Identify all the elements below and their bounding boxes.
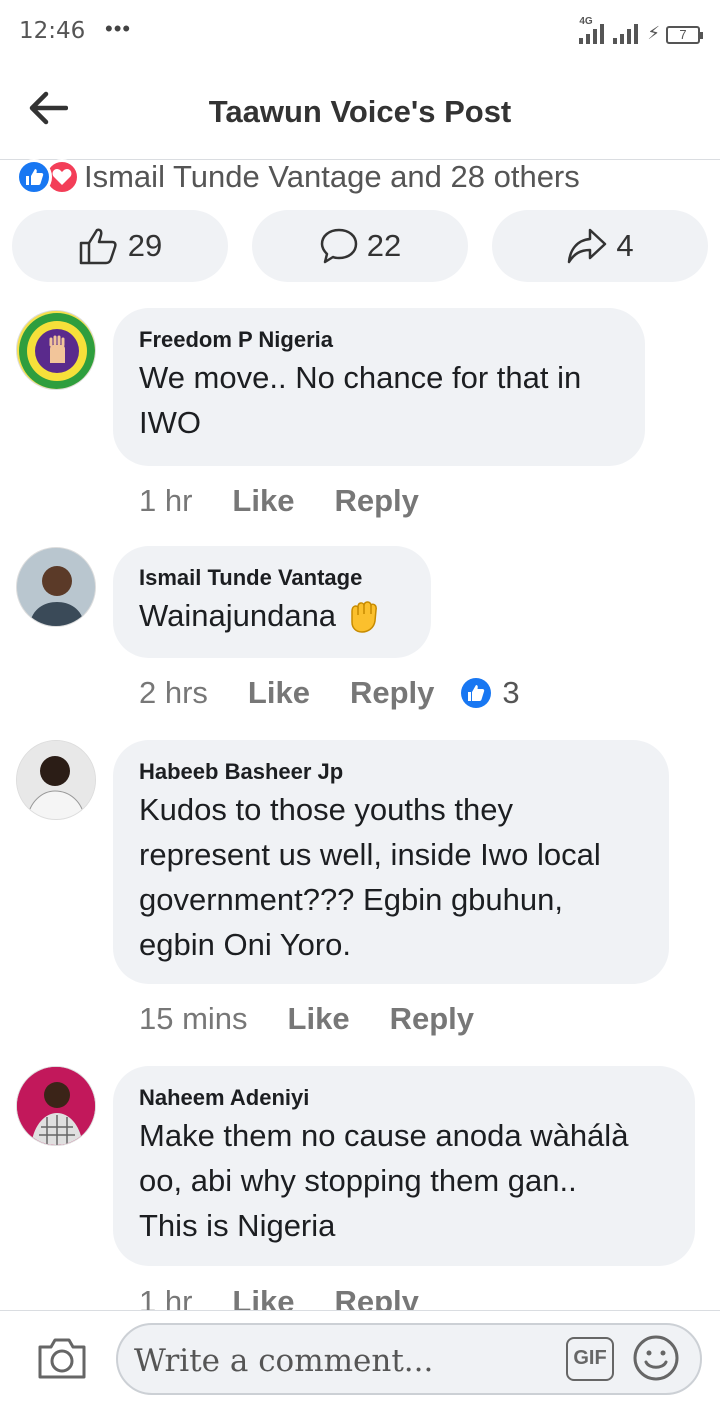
comment-reactions[interactable]: 3: [460, 675, 520, 711]
comment-reply-button[interactable]: Reply: [350, 675, 434, 711]
comment-time: 2 hrs: [139, 675, 208, 710]
share-count: 4: [616, 228, 634, 263]
comment-text: Make them no cause anoda wàhálà: [139, 1118, 629, 1153]
smiley-icon: [633, 1335, 679, 1381]
comment-text: government??? Egbin gbuhun,: [139, 882, 563, 917]
signal-icon: [613, 22, 641, 44]
status-dots: •••: [105, 16, 132, 41]
comment-time: 15 mins: [139, 1001, 248, 1036]
header: Taawun Voice's Post: [0, 62, 720, 160]
like-reaction-icon: [461, 678, 492, 708]
comment-input-placeholder: Write a comment...: [134, 1343, 434, 1379]
comment-bubble[interactable]: Habeeb Basheer Jp Kudos to those youths …: [113, 740, 669, 984]
avatar[interactable]: [16, 740, 96, 820]
avatar[interactable]: [16, 547, 96, 627]
share-button[interactable]: 4: [492, 210, 708, 282]
network-label: 4G: [579, 16, 593, 27]
camera-button[interactable]: [36, 1335, 88, 1381]
status-time: 12:46: [19, 18, 86, 44]
status-icons: 4G ⚡ 7: [579, 16, 703, 44]
emoji-button[interactable]: [632, 1332, 680, 1384]
avatar-photo: [17, 548, 95, 626]
comment-reply-button[interactable]: Reply: [390, 1001, 474, 1037]
comment-text: represent us well, inside Iwo local: [139, 837, 601, 872]
signal-4g-icon: 4G: [579, 16, 607, 44]
reactions-summary[interactable]: Ismail Tunde Vantage and 28 others: [16, 157, 580, 197]
comment-text: egbin Oni Yoro.: [139, 927, 352, 962]
comment-icon: [320, 228, 357, 264]
status-bar: 12:46 ••• 4G ⚡ 7: [0, 0, 720, 62]
avatar-photo: [17, 1067, 95, 1145]
comment-reaction-count: 3: [502, 675, 520, 710]
comment-text: This is Nigeria: [139, 1208, 336, 1243]
comment-button[interactable]: 22: [252, 210, 468, 282]
thumbs-up-icon: [79, 228, 117, 265]
comment-meta: 1 hr Like Reply: [139, 481, 459, 521]
comment-author[interactable]: Habeeb Basheer Jp: [139, 757, 643, 787]
raised-fist-emoji-icon: [351, 600, 377, 633]
comment-count: 22: [366, 228, 402, 263]
like-count: 29: [127, 228, 163, 263]
share-icon: [568, 228, 607, 264]
comment-author[interactable]: Naheem Adeniyi: [139, 1083, 669, 1113]
comment-composer: Write a comment... GIF: [0, 1310, 720, 1401]
camera-icon: [38, 1338, 86, 1379]
avatar-photo: [17, 741, 95, 819]
freedom-party-logo: [19, 313, 95, 389]
comment-meta: 15 mins Like Reply: [139, 999, 514, 1039]
comment-bubble[interactable]: Freedom P Nigeria We move.. No chance fo…: [113, 308, 645, 466]
comment-text: IWO: [139, 405, 201, 440]
comment-like-button[interactable]: Like: [248, 675, 310, 711]
gif-button[interactable]: GIF: [566, 1337, 614, 1381]
comment-text: Wainajundana: [139, 598, 337, 633]
post-actions: 29 22 4: [12, 210, 708, 282]
comment-meta: 2 hrs Like Reply 3: [139, 673, 520, 713]
charging-icon: ⚡: [647, 23, 660, 43]
like-reaction-icon: [16, 159, 52, 195]
comment-text: We move.. No chance for that in: [139, 360, 582, 395]
comment-like-button[interactable]: Like: [232, 483, 294, 519]
comment-like-button[interactable]: Like: [288, 1001, 350, 1037]
avatar[interactable]: [16, 1066, 96, 1146]
comment-bubble[interactable]: Ismail Tunde Vantage Wainajundana: [113, 546, 431, 658]
reactions-text: Ismail Tunde Vantage and 28 others: [84, 159, 580, 194]
comment-text: Kudos to those youths they: [139, 792, 513, 827]
comment-input[interactable]: Write a comment... GIF: [116, 1323, 702, 1395]
comment-text: oo, abi why stopping them gan..: [139, 1163, 577, 1198]
page-title: Taawun Voice's Post: [208, 94, 512, 129]
comment-bubble[interactable]: Naheem Adeniyi Make them no cause anoda …: [113, 1066, 695, 1266]
like-button[interactable]: 29: [12, 210, 228, 282]
comment-author[interactable]: Freedom P Nigeria: [139, 325, 619, 355]
battery-icon: 7: [666, 26, 703, 44]
comment-author[interactable]: Ismail Tunde Vantage: [139, 563, 405, 593]
avatar[interactable]: [16, 310, 96, 390]
comment-time: 1 hr: [139, 483, 193, 518]
comment-reply-button[interactable]: Reply: [334, 483, 418, 519]
